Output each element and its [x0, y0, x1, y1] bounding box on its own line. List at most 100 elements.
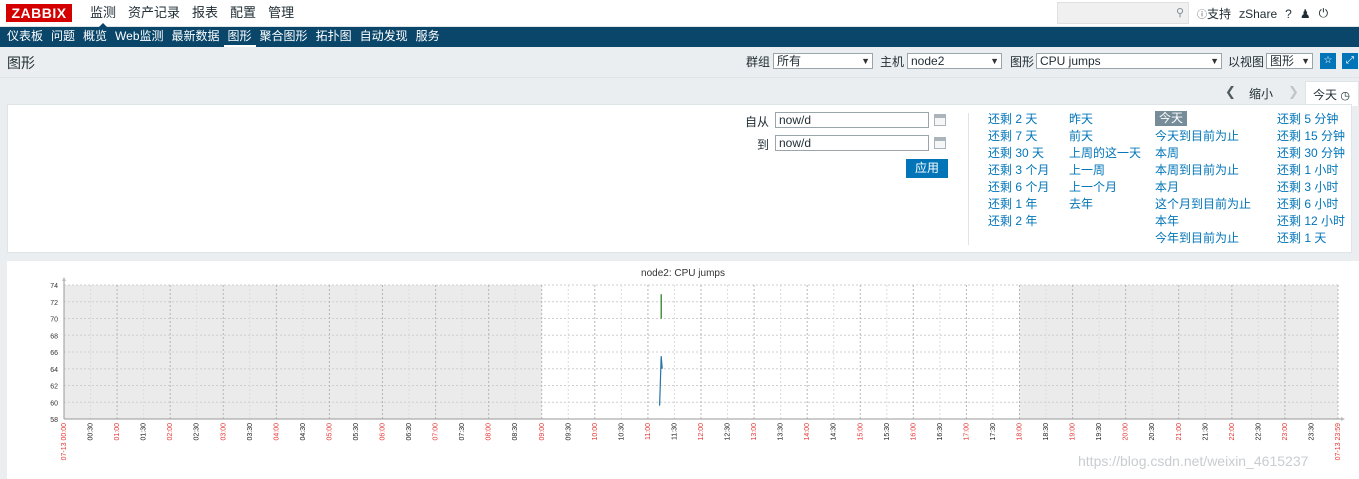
x-tick-label: 14:00: [804, 423, 811, 441]
quick-range-link[interactable]: 今天: [1155, 111, 1188, 126]
chevron-left-icon[interactable]: ❮: [1225, 84, 1236, 100]
help-link[interactable]: ?: [1285, 7, 1292, 21]
x-tick-label: 23:30: [1308, 423, 1315, 441]
graph-panel: 74 72 70 68 66 64 62 60 58 07-13 00:00 00:30 01:00 0…: [7, 261, 1359, 479]
quick-range-link[interactable]: 还剩 1 年: [988, 196, 1049, 213]
quick-range-link[interactable]: 还剩 3 个月: [988, 162, 1049, 179]
quick-range-link[interactable]: 还剩 1 小时: [1277, 162, 1345, 179]
quick-range-link[interactable]: 还剩 7 天: [988, 128, 1049, 145]
apply-button[interactable]: 应用: [906, 159, 948, 178]
fullscreen-button[interactable]: ⤢: [1342, 53, 1358, 69]
quick-range-link[interactable]: 这个月到目前为止: [1155, 196, 1251, 213]
top-menu-item[interactable]: 报表: [186, 0, 224, 27]
x-tick-label: 07-13 00:00: [61, 423, 68, 460]
quick-range-link[interactable]: 本周: [1155, 145, 1251, 162]
quick-range-link[interactable]: 今天到目前为止: [1155, 128, 1251, 145]
top-menu-item[interactable]: 监测: [84, 0, 122, 28]
to-input[interactable]: [775, 135, 929, 151]
power-icon[interactable]: ⏻: [1319, 6, 1329, 21]
x-tick-label: 17:30: [990, 423, 997, 441]
group-select[interactable]: 所有 ▼: [773, 53, 873, 69]
quick-range-link[interactable]: 还剩 3 小时: [1277, 179, 1345, 196]
quick-range-link[interactable]: 还剩 30 分钟: [1277, 145, 1345, 162]
x-tick-label: 04:00: [273, 423, 280, 441]
support-icon: ⓘ: [1197, 10, 1207, 21]
x-tick-label: 13:00: [751, 423, 758, 441]
quick-range-link[interactable]: 还剩 2 天: [988, 111, 1049, 128]
quick-range-link[interactable]: 还剩 12 小时: [1277, 213, 1345, 230]
chevron-down-icon: ▼: [1210, 56, 1219, 66]
sub-menu-item[interactable]: 最新数据: [168, 27, 224, 47]
x-tick-label: 18:00: [1017, 423, 1024, 441]
from-input[interactable]: [775, 112, 929, 128]
quick-range-link[interactable]: 上一周: [1069, 162, 1141, 179]
y-tick-label: 64: [50, 367, 58, 374]
share-link[interactable]: ZShare: [1239, 7, 1277, 21]
search-input[interactable]: ⚲: [1057, 2, 1189, 24]
graph-select[interactable]: CPU jumps ▼: [1036, 53, 1222, 69]
calendar-icon[interactable]: [934, 114, 946, 126]
quick-range-link[interactable]: 还剩 5 分钟: [1277, 111, 1345, 128]
x-tick-label: 01:00: [114, 423, 121, 441]
quick-range-link[interactable]: 还剩 6 小时: [1277, 196, 1345, 213]
x-tick-label: 10:00: [592, 423, 599, 441]
x-tick-label: 23:00: [1282, 423, 1289, 441]
quick-range-link[interactable]: 上一个月: [1069, 179, 1141, 196]
x-tick-label: 16:30: [937, 423, 944, 441]
sub-menu-item[interactable]: 概览: [79, 27, 111, 47]
user-icon[interactable]: ♟: [1300, 7, 1311, 21]
sub-menu-item[interactable]: 图形: [223, 27, 256, 47]
today-tab[interactable]: 今天 ◷: [1305, 81, 1359, 106]
divider: [968, 113, 969, 245]
x-tick-label: 07:30: [459, 423, 466, 441]
quick-range-link[interactable]: 本月: [1155, 179, 1251, 196]
quick-range-link[interactable]: 还剩 1 天: [1277, 230, 1345, 247]
view-select[interactable]: 图形 ▼: [1266, 53, 1313, 69]
top-menu-item[interactable]: 管理: [262, 0, 300, 27]
sub-menu-item[interactable]: 自动发现: [356, 27, 412, 47]
x-tick-label: 08:00: [486, 423, 493, 441]
quick-range-link[interactable]: 前天: [1069, 128, 1141, 145]
top-menu-item[interactable]: 配置: [224, 0, 262, 27]
search-icon[interactable]: ⚲: [1176, 6, 1184, 19]
from-label: 自从: [745, 115, 770, 129]
x-tick-label: 02:00: [167, 423, 174, 441]
zoom-out-button[interactable]: 缩小: [1249, 85, 1273, 102]
y-tick-label: 70: [50, 317, 58, 324]
x-tick-label: 05:00: [326, 423, 333, 441]
y-tick-label: 68: [50, 333, 58, 340]
sub-menu-item[interactable]: 仪表板: [3, 27, 47, 47]
sub-menu-item[interactable]: 聚合图形: [256, 27, 312, 47]
x-tick-label: 15:00: [857, 423, 864, 441]
quick-range-link[interactable]: 还剩 2 年: [988, 213, 1049, 230]
quick-range-link[interactable]: 还剩 30 天: [988, 145, 1049, 162]
to-label: 到: [757, 138, 770, 152]
sub-menu-item[interactable]: Web监测: [111, 27, 167, 47]
quick-range-link[interactable]: 还剩 6 个月: [988, 179, 1049, 196]
sub-menu-item[interactable]: 问题: [47, 27, 79, 47]
top-links: ⓘ支持 ZShare ? ♟ ⏻: [1197, 0, 1336, 27]
quick-ranges-col3: 今天今天到目前为止 本周 本周到目前为止 本月 这个月到目前为止 本年 今年到目前为止: [1155, 111, 1251, 247]
chevron-right-icon[interactable]: ❯: [1288, 84, 1299, 100]
top-menu-item[interactable]: 资产记录: [122, 0, 186, 27]
quick-range-link[interactable]: 去年: [1069, 196, 1141, 213]
quick-range-link[interactable]: 本年: [1155, 213, 1251, 230]
zabbix-logo[interactable]: ZABBIX: [6, 4, 72, 22]
calendar-icon[interactable]: [934, 137, 946, 149]
host-select[interactable]: node2 ▼: [907, 53, 1002, 69]
x-tick-label: 15:30: [884, 423, 891, 441]
quick-range-link[interactable]: 还剩 15 分钟: [1277, 128, 1345, 145]
chevron-down-icon: ▼: [990, 56, 999, 66]
cpu-jumps-chart[interactable]: 74 72 70 68 66 64 62 60 5807-13 00:00 00:30 01:00 0…: [7, 261, 1359, 479]
sub-menu-item[interactable]: 拓扑图: [312, 27, 356, 47]
sub-menu-item[interactable]: 服务: [412, 27, 444, 47]
quick-range-link[interactable]: 昨天: [1069, 111, 1141, 128]
sub-menu: 仪表板 问题 概览 Web监测 最新数据 图形 聚合图形 拓扑图 自动发现 服务: [0, 27, 1359, 47]
support-link[interactable]: ⓘ支持: [1197, 5, 1231, 22]
quick-range-link[interactable]: 今年到目前为止: [1155, 230, 1251, 247]
x-tick-label: 22:30: [1255, 423, 1262, 441]
quick-range-link[interactable]: 本周到目前为止: [1155, 162, 1251, 179]
top-menu: 监测 资产记录 报表 配置 管理: [84, 0, 300, 28]
favorite-button[interactable]: ☆: [1320, 53, 1336, 69]
quick-range-link[interactable]: 上周的这一天: [1069, 145, 1141, 162]
